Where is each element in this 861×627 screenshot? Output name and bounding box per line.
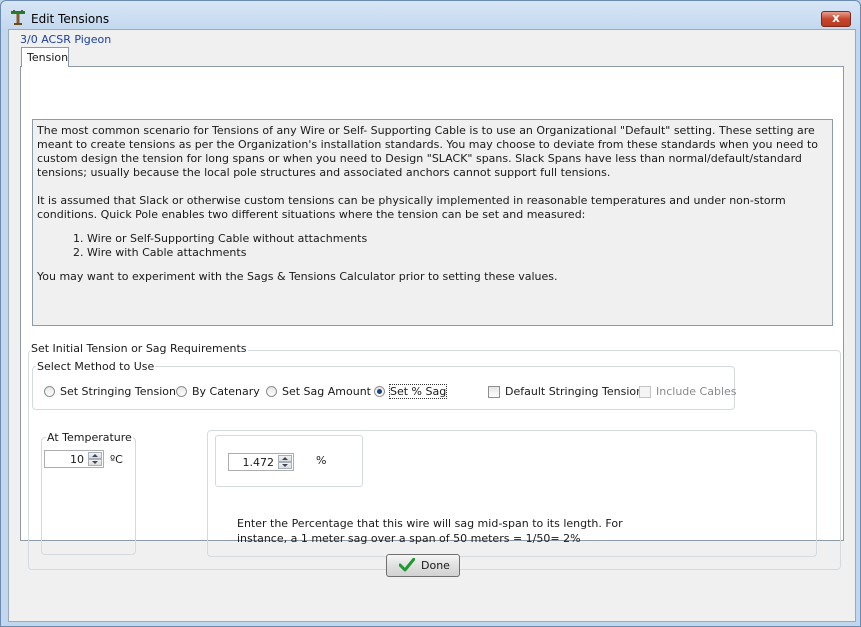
description-paragraph-2: It is assumed that Slack or otherwise cu… [37,194,786,221]
cable-name-label: 3/0 ACSR Pigeon [20,33,112,46]
radio-label: Set Sag Amount [282,385,371,398]
description-paragraph-1: The most common scenario for Tensions of… [37,124,819,179]
radio-indicator [176,386,187,397]
temperature-group-label: At Temperature [46,431,133,444]
close-icon: x [832,11,840,25]
radio-indicator [44,386,55,397]
description-paragraph-3: You may want to experiment with the Sags… [37,270,558,283]
checkbox-label: Include Cables [656,385,737,398]
checkbox-indicator [488,386,500,398]
situation-list: Wire or Self-Supporting Cable without at… [37,232,828,260]
checkmark-icon [399,558,415,572]
spin-up-icon[interactable] [88,452,102,459]
spin-down-icon[interactable] [88,459,102,466]
percent-unit: % [316,454,327,467]
sag-help-text: Enter the Percentage that this wire will… [237,517,623,545]
checkbox-indicator [639,386,651,398]
tension-tab-page: The most common scenario for Tensions of… [20,66,844,570]
description-box: The most common scenario for Tensions of… [32,119,833,326]
spin-up-icon[interactable] [278,455,292,462]
list-item: Wire or Self-Supporting Cable without at… [87,232,828,246]
list-item: Wire with Cable attachments [87,246,828,260]
requirements-group-label: Set Initial Tension or Sag Requirements [30,342,248,355]
method-group-label: Select Method to Use [36,360,156,373]
temperature-unit: ºC [110,453,123,466]
window-title: Edit Tensions [31,12,110,26]
spinner-buttons[interactable] [278,455,292,469]
radio-label: By Catenary [192,385,260,398]
spinner-buttons[interactable] [88,452,102,466]
percent-sag-spinner[interactable]: 1.472 [228,453,294,471]
edit-tensions-window: Edit Tensions x 3/0 ACSR Pigeon Tension … [0,0,861,627]
tab-label: Tension [27,51,69,64]
spin-down-icon[interactable] [278,462,292,469]
radio-label: Set % Sag [388,384,448,399]
close-button[interactable]: x [821,11,851,27]
utility-pole-icon [11,10,25,25]
dialog-body: 3/0 ACSR Pigeon Tension The most common … [8,29,856,622]
checkbox-label: Default Stringing Tensions [505,385,649,398]
done-button[interactable]: Done [386,554,460,577]
title-bar[interactable]: Edit Tensions x [1,1,860,31]
percent-sag-value: 1.472 [242,456,275,469]
radio-label: Set Stringing Tension [60,385,176,398]
radio-indicator [374,386,385,397]
tab-tension[interactable]: Tension [21,47,69,67]
temperature-spinner[interactable]: 10 [44,450,104,468]
radio-indicator [266,386,277,397]
temperature-value: 10 [70,453,84,466]
done-label: Done [421,559,450,572]
